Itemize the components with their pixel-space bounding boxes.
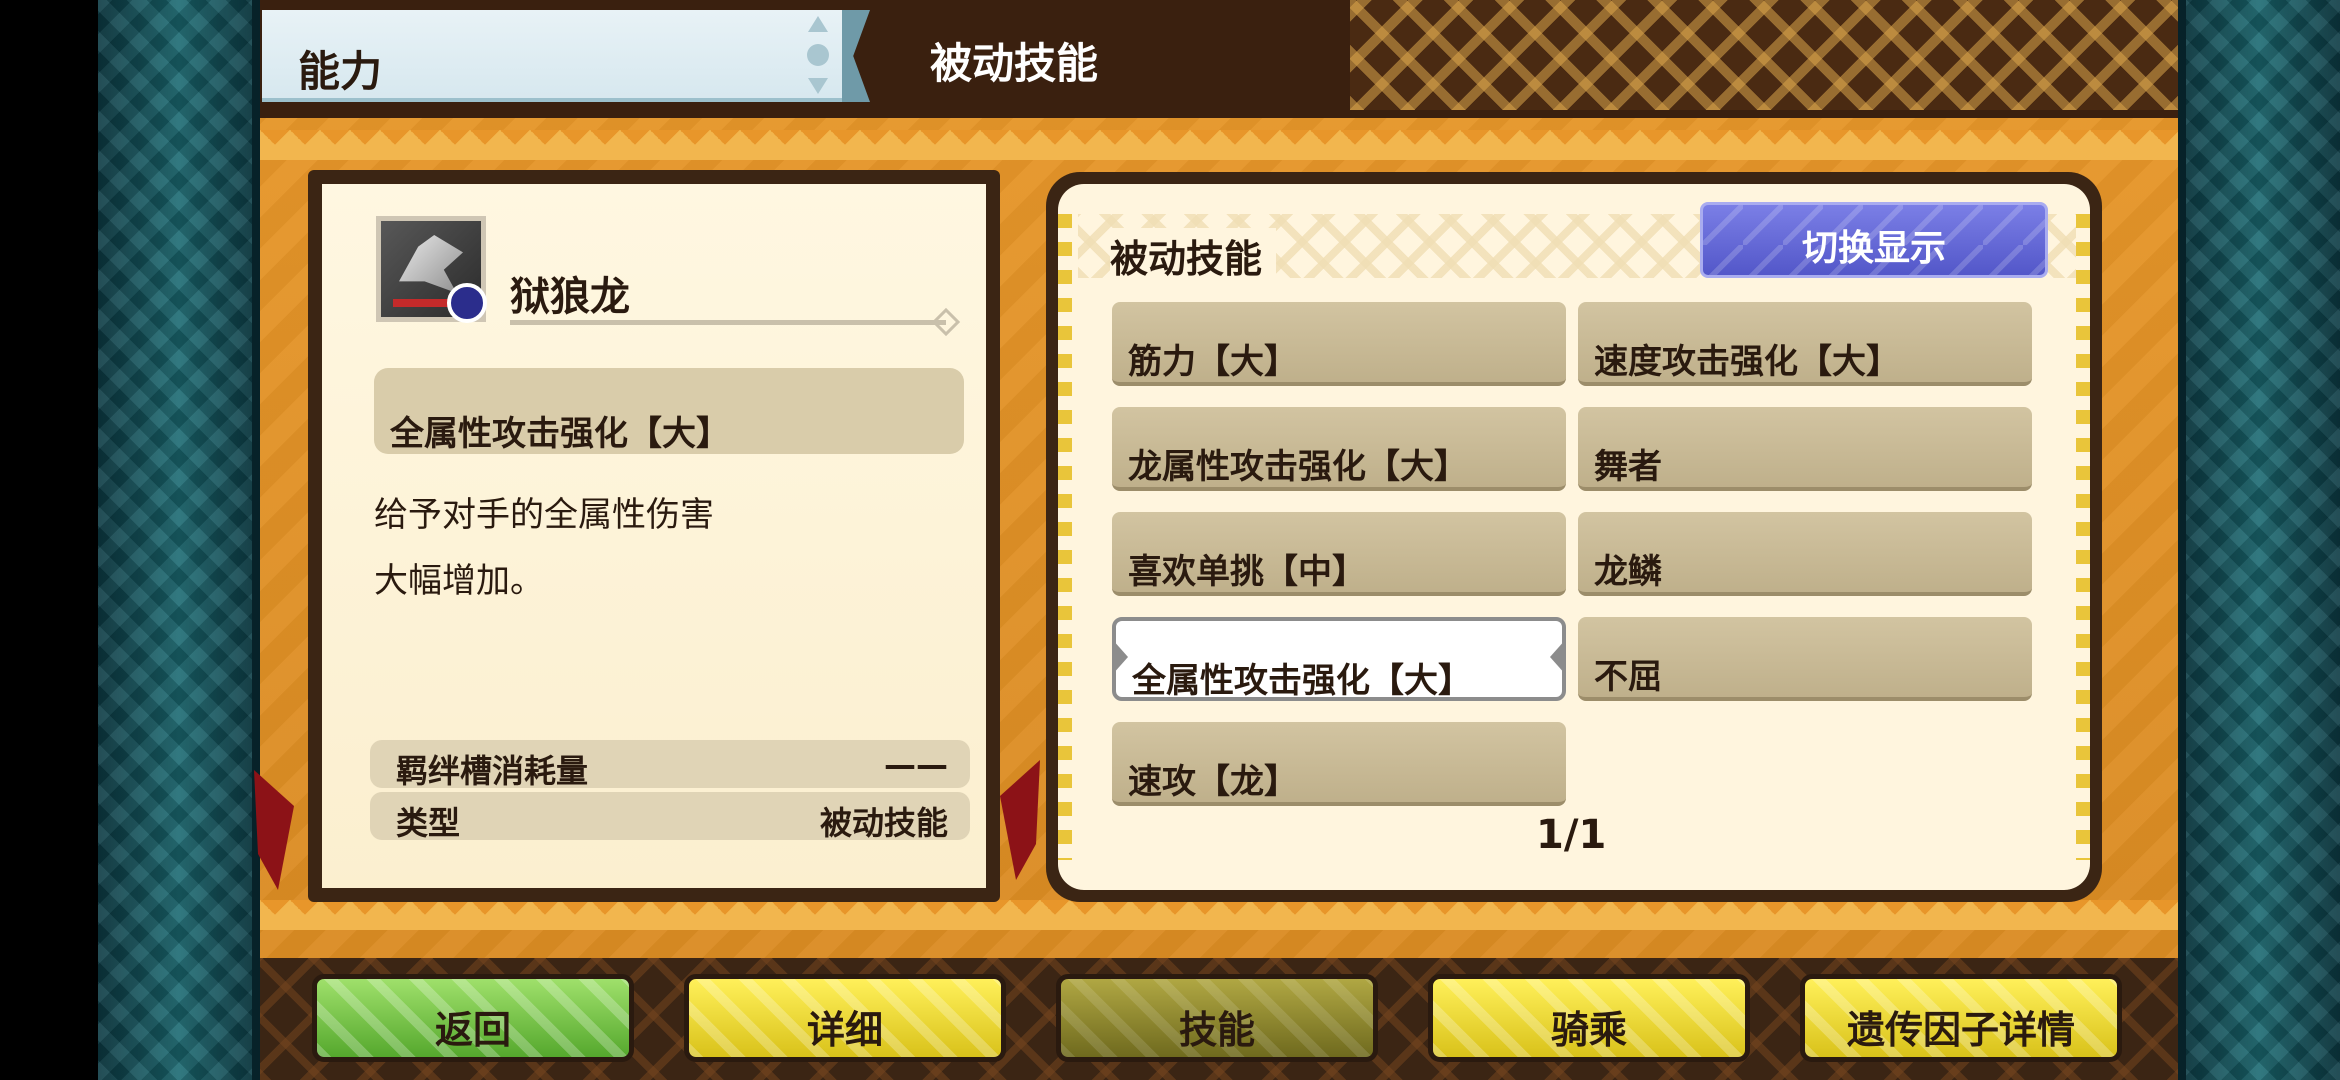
category-tab[interactable]: 能力 bbox=[262, 10, 842, 102]
ride-button[interactable]: 骑乘 bbox=[1428, 974, 1750, 1062]
skill-label: 喜欢单挑【中】 bbox=[1128, 552, 1366, 592]
toggle-display-button[interactable]: 切换显示 bbox=[1700, 202, 2048, 278]
claw-decoration-right bbox=[1000, 760, 1040, 880]
attribute-badge-icon bbox=[447, 283, 487, 323]
skill-item-selected[interactable]: 全属性攻击强化【大】 bbox=[1112, 617, 1566, 701]
info-key: 类型 bbox=[396, 804, 461, 842]
info-value: —— bbox=[884, 746, 948, 784]
selected-skill-box: 全属性攻击强化【大】 bbox=[374, 368, 964, 454]
skill-label: 全属性攻击强化【大】 bbox=[1132, 661, 1472, 701]
info-row-bond-cost: 羁绊槽消耗量 —— bbox=[370, 740, 970, 790]
left-border-decoration bbox=[98, 0, 260, 1080]
header-pattern bbox=[1350, 0, 2178, 110]
page-title: 被动技能 bbox=[930, 39, 1099, 88]
arrow-up-icon[interactable] bbox=[808, 16, 828, 32]
name-underline bbox=[510, 320, 946, 325]
details-button-label: 详细 bbox=[806, 1008, 883, 1052]
skill-item[interactable]: 龙属性攻击强化【大】 bbox=[1112, 407, 1566, 491]
right-border-decoration bbox=[2178, 0, 2340, 1080]
diamond-icon bbox=[931, 307, 961, 337]
selected-skill-name: 全属性攻击强化【大】 bbox=[390, 414, 730, 454]
skill-description: 给予对手的全属性伤害 大幅增加。 bbox=[374, 495, 714, 601]
gene-details-button-label: 遗传因子详情 bbox=[1846, 1008, 2075, 1052]
skill-label: 舞者 bbox=[1594, 447, 1662, 487]
zigzag-band-top bbox=[260, 130, 2178, 160]
back-button[interactable]: 返回 bbox=[312, 974, 634, 1062]
skill-item[interactable]: 不屈 bbox=[1578, 617, 2032, 701]
skills-button[interactable]: 技能 bbox=[1056, 974, 1378, 1062]
skill-label: 速度攻击强化【大】 bbox=[1594, 342, 1900, 382]
skill-item[interactable]: 速度攻击强化【大】 bbox=[1578, 302, 2032, 386]
skill-item[interactable]: 舞者 bbox=[1578, 407, 2032, 491]
skill-item[interactable]: 速攻【龙】 bbox=[1112, 722, 1566, 806]
skill-item[interactable]: 喜欢单挑【中】 bbox=[1112, 512, 1566, 596]
category-scroll-control[interactable] bbox=[800, 14, 836, 96]
monster-name: 狱狼龙 bbox=[510, 274, 630, 320]
monster-portrait-icon bbox=[376, 216, 487, 323]
skill-label: 速攻【龙】 bbox=[1128, 762, 1298, 802]
zigzag-band-bottom bbox=[260, 900, 2178, 930]
back-button-label: 返回 bbox=[434, 1008, 511, 1052]
bottom-menu-bar: 返回 详细 技能 骑乘 遗传因子详情 bbox=[260, 958, 2178, 1080]
gene-details-button[interactable]: 遗传因子详情 bbox=[1800, 974, 2122, 1062]
skills-button-label: 技能 bbox=[1178, 1008, 1255, 1052]
info-key: 羁绊槽消耗量 bbox=[396, 752, 589, 790]
skill-item[interactable]: 龙鳞 bbox=[1578, 512, 2032, 596]
skill-label: 不屈 bbox=[1594, 657, 1662, 697]
toggle-display-label: 切换显示 bbox=[1801, 228, 1946, 269]
monster-silhouette bbox=[399, 235, 463, 293]
header-bar: 能力 被动技能 bbox=[260, 0, 2178, 118]
skill-detail-card: 狱狼龙 全属性攻击强化【大】 给予对手的全属性伤害 大幅增加。 羁绊槽消耗量 —… bbox=[308, 170, 1000, 902]
parchment: 狱狼龙 全属性攻击强化【大】 给予对手的全属性伤害 大幅增加。 羁绊槽消耗量 —… bbox=[322, 184, 986, 888]
skill-item[interactable]: 筋力【大】 bbox=[1112, 302, 1566, 386]
skills-panel-title: 被动技能 bbox=[1110, 228, 1277, 283]
arrow-down-icon[interactable] bbox=[808, 78, 828, 94]
details-button[interactable]: 详细 bbox=[684, 974, 1006, 1062]
info-row-type: 类型 被动技能 bbox=[370, 792, 970, 842]
category-tab-label: 能力 bbox=[298, 47, 383, 96]
scroll-thumb-icon bbox=[807, 44, 829, 66]
page-indicator: 1/1 bbox=[1536, 812, 1607, 858]
claw-decoration-left bbox=[254, 770, 294, 890]
skill-label: 筋力【大】 bbox=[1128, 342, 1298, 382]
tab-notch bbox=[842, 10, 870, 102]
info-value: 被动技能 bbox=[819, 804, 948, 842]
skill-label: 龙属性攻击强化【大】 bbox=[1128, 447, 1468, 487]
skill-label: 龙鳞 bbox=[1594, 552, 1662, 592]
ride-button-label: 骑乘 bbox=[1550, 1008, 1627, 1052]
